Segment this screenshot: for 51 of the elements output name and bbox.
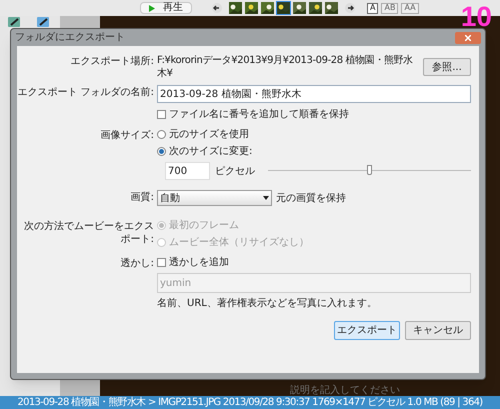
edit-icon <box>37 17 49 27</box>
pixel-size-field[interactable]: 700 <box>165 162 210 180</box>
field-label: 次の方法でムービーをエクスポート: <box>24 221 154 245</box>
left-arrow-icon <box>212 3 222 13</box>
thumbnail[interactable] <box>276 1 291 15</box>
dropdown-value: 自動 <box>160 192 180 206</box>
field-label: エクスポート フォルダの名前: <box>17 87 154 98</box>
field-label: 画像サイズ: <box>100 130 154 141</box>
radio-button[interactable] <box>157 147 166 156</box>
checkbox[interactable] <box>157 258 166 267</box>
unit-label: ピクセル <box>215 164 255 178</box>
close-button[interactable] <box>455 32 481 44</box>
option-label: 最初のフレーム <box>169 219 239 232</box>
play-button[interactable]: 再生 <box>140 2 192 14</box>
thumbnail[interactable] <box>308 1 323 15</box>
option-label: 透かしを追加 <box>169 256 229 269</box>
status-bar: 2013-09-28 植物園・熊野水木 > IMGP2151.JPG 2013/09/28 9:30:37 1769×1477 ピクセル 1.0 MB (89 | 364) <box>0 396 500 409</box>
option-label: ムービー全体（リサイズなし） <box>169 236 309 249</box>
dropdown-arrow-icon <box>263 196 269 200</box>
edit-icon <box>8 17 20 27</box>
cancel-button[interactable]: キャンセル <box>405 321 471 340</box>
quality-note: 元の画質を保持 <box>276 192 346 206</box>
description-hint: 説明を記入してください <box>290 385 400 396</box>
thumbnail[interactable] <box>324 1 339 15</box>
thumbnail[interactable] <box>260 1 275 15</box>
folder-name-field[interactable]: 2013-09-28 植物園・熊野水木 <box>157 85 471 103</box>
radio-button[interactable] <box>157 130 166 139</box>
size-slider[interactable] <box>268 165 471 177</box>
layout-button[interactable]: A <box>367 2 378 14</box>
thumbnail[interactable] <box>244 1 259 15</box>
export-button[interactable]: エクスポート <box>334 321 400 340</box>
option-label: ファイル名に番号を追加して順番を保持 <box>169 108 349 121</box>
watermark-hint: 名前、URL、著作権表示などを写真に入れます。 <box>157 297 378 310</box>
close-icon <box>465 34 471 40</box>
field-label: 透かし: <box>120 258 154 269</box>
option-label: 次のサイズに変更: <box>169 145 252 158</box>
checkbox[interactable] <box>157 110 166 119</box>
location-path: F:¥kororinデータ¥2013¥9月¥2013-09-28 植物園・熊野水木¥ <box>157 54 414 80</box>
layout-button[interactable]: AA <box>401 2 419 14</box>
thumbnail[interactable] <box>228 1 243 15</box>
field-label: エクスポート場所: <box>70 56 154 67</box>
slider-thumb[interactable] <box>366 165 372 175</box>
dialog-title: フォルダにエクスポート <box>15 31 125 45</box>
browse-button[interactable]: 参照... <box>423 58 471 76</box>
field-label: 画質: <box>130 192 154 203</box>
play-icon <box>149 4 155 12</box>
layout-button[interactable]: AB <box>381 2 398 14</box>
option-label: 元のサイズを使用 <box>169 128 249 141</box>
quality-dropdown[interactable]: 自動 <box>157 190 272 206</box>
right-arrow-icon <box>345 3 355 13</box>
thumbnail[interactable] <box>292 1 307 15</box>
